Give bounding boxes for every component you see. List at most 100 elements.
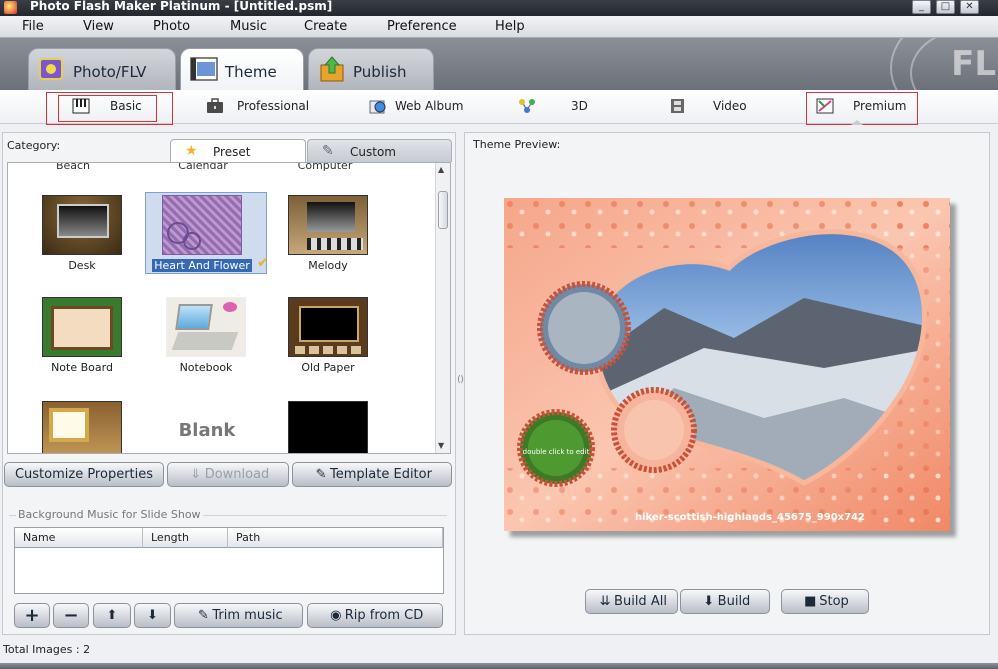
wrench-icon: ✎: [322, 143, 334, 159]
theme-tab-label: Video: [713, 99, 747, 113]
star-icon: ★: [185, 143, 198, 159]
remove-music-button[interactable]: −: [53, 603, 89, 628]
theme-label: Beach: [55, 162, 91, 172]
theme-label: Melody: [308, 259, 348, 272]
menu-preference[interactable]: Preference: [387, 19, 457, 34]
tab-label: Publish: [353, 63, 407, 81]
theme-tab-label: Web Album: [395, 99, 464, 113]
theme-tab-video[interactable]: Video: [669, 96, 759, 116]
theme-thumbnail: [166, 297, 246, 357]
menu-file[interactable]: File: [22, 19, 44, 34]
app-icon: [4, 1, 17, 14]
blank-text: Blank: [178, 420, 236, 441]
theme-label: Notebook: [179, 361, 233, 374]
download-label: Download: [204, 467, 270, 482]
gallery-scrollbar[interactable]: ▲ ▼: [435, 163, 450, 453]
tab-publish[interactable]: Publish: [308, 48, 434, 90]
build-icon: ⬇: [703, 594, 715, 609]
tab-label: Photo/FLV: [73, 63, 147, 81]
move-up-button[interactable]: ⬆: [93, 603, 131, 628]
theme-label: Old Paper: [301, 361, 355, 374]
small-circle-text: double click to edit: [523, 448, 590, 456]
tab-theme[interactable]: Theme: [180, 48, 304, 90]
theme-preview-panel: Theme Preview: double click to edit hike…: [464, 132, 990, 635]
theme-tab-professional[interactable]: Professional: [206, 96, 326, 116]
highlight-box-basic-inner: [58, 95, 157, 122]
theme-thumbnail: Blank: [166, 401, 246, 453]
rip-from-cd-button[interactable]: ◉ Rip from CD: [307, 603, 443, 628]
window-title: Photo Flash Maker Platinum - [Untitled.p…: [30, 0, 333, 13]
music-table[interactable]: Name Length Path: [14, 527, 444, 594]
theme-label: Heart And Flower: [152, 259, 252, 272]
theme-label: Note Board: [51, 361, 113, 374]
trim-music-button[interactable]: ✎ Trim music: [174, 603, 303, 628]
briefcase-icon: [207, 98, 223, 113]
theme-thumbnail: [42, 401, 122, 453]
scroll-down-icon[interactable]: ▼: [438, 441, 444, 450]
theme-thumbnail: [162, 195, 242, 255]
build-all-button[interactable]: ⇊ Build All: [585, 589, 678, 614]
status-bar: Total Images : 2: [0, 641, 998, 669]
title-bar: Photo Flash Maker Platinum - [Untitled.p…: [0, 0, 998, 16]
move-down-button[interactable]: ⬇: [134, 603, 171, 628]
decor-logo: FL: [951, 44, 996, 84]
menu-view[interactable]: View: [83, 19, 114, 34]
category-label: Category:: [7, 139, 61, 152]
scrollbar-thumb[interactable]: [438, 191, 448, 229]
background-music-group: Background Music for Slide Show Name Len…: [7, 508, 451, 598]
window-bottom-edge: [0, 663, 998, 669]
menu-photo[interactable]: Photo: [153, 19, 190, 34]
theme-label: Desk: [68, 259, 96, 272]
molecule-icon: [519, 99, 535, 113]
template-editor-label: Template Editor: [330, 467, 432, 482]
theme-tab-web-album[interactable]: Web Album: [369, 96, 479, 116]
cd-icon: ◉: [330, 608, 342, 623]
preview-artwork: double click to edit: [504, 198, 950, 531]
trim-music-label: Trim music: [212, 608, 283, 623]
maximize-button[interactable]: □: [936, 0, 955, 14]
column-header-length[interactable]: Length: [143, 528, 228, 548]
scroll-up-icon[interactable]: ▲: [438, 165, 444, 174]
theme-tab-label: 3D: [571, 99, 588, 113]
customize-properties-button[interactable]: Customize Properties: [4, 462, 164, 487]
pencil-icon: ✎: [197, 608, 209, 623]
check-icon: ✔: [257, 255, 269, 271]
build-button[interactable]: ⬇ Build: [680, 589, 770, 614]
theme-thumbnail: [288, 297, 368, 357]
stop-button[interactable]: ■ Stop: [781, 589, 869, 614]
stop-label: Stop: [819, 594, 849, 609]
preview-caption: hiker-scottish-highlands_45675_990x742: [635, 512, 865, 523]
build-label: Build: [717, 594, 751, 609]
photo-icon: [39, 58, 63, 80]
theme-tab-label: Professional: [237, 99, 310, 113]
theme-preview-label: Theme Preview:: [473, 138, 561, 151]
column-header-path[interactable]: Path: [228, 528, 443, 548]
globe-icon: [369, 100, 386, 114]
theme-label: Calendar: [178, 162, 228, 172]
theme-thumbnail: [288, 401, 368, 453]
download-button[interactable]: ⇓ Download: [167, 462, 289, 487]
theme-thumbnail: [288, 195, 368, 255]
theme-preview-image[interactable]: double click to edit hiker-scottish-high…: [504, 198, 950, 531]
tab-photo-flv[interactable]: Photo/FLV: [28, 48, 176, 90]
menu-music[interactable]: Music: [230, 19, 267, 34]
theme-gallery: Beach Calendar Computer Desk Heart And F…: [7, 162, 451, 454]
menu-create[interactable]: Create: [304, 19, 347, 34]
tab-custom[interactable]: ✎ Custom: [307, 139, 452, 162]
publish-icon: [320, 56, 344, 82]
stop-icon: ■: [804, 594, 817, 609]
tab-custom-label: Custom: [350, 145, 396, 159]
column-header-name[interactable]: Name: [15, 528, 143, 548]
add-music-button[interactable]: +: [14, 603, 50, 628]
close-button[interactable]: ✕: [960, 0, 979, 14]
theme-thumbnail: [42, 297, 122, 357]
menu-help[interactable]: Help: [495, 19, 525, 34]
panel-splitter[interactable]: ⟨⟩: [457, 375, 464, 393]
selected-tab-caret: [851, 120, 863, 125]
tab-preset[interactable]: ★ Preset: [170, 139, 306, 162]
theme-tab-3d[interactable]: 3D: [518, 96, 598, 116]
theme-icon: [190, 57, 218, 81]
minimize-button[interactable]: _: [912, 0, 931, 14]
theme-thumbnail: [42, 195, 122, 255]
template-editor-button[interactable]: ✎ Template Editor: [292, 462, 452, 487]
